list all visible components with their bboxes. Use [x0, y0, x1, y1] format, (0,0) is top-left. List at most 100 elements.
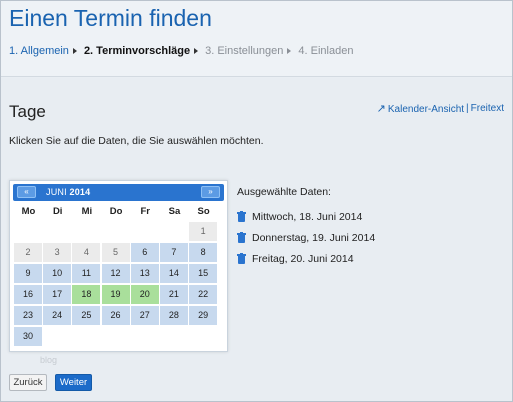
- calendar-day[interactable]: 9: [14, 264, 42, 283]
- calendar-day: 2: [14, 243, 42, 262]
- page-title: Einen Termin finden: [9, 5, 212, 31]
- weekday-label: Mo: [21, 206, 36, 217]
- step-label: 4. Einladen: [298, 45, 354, 57]
- calendar-empty-cell: [130, 222, 159, 241]
- prev-month-button[interactable]: «: [17, 186, 36, 198]
- selected-date-label: Freitag, 20. Juni 2014: [252, 252, 354, 265]
- date-picker-calendar: « JUNI 2014 » Mo Di Mi Do Fr Sa So 1 2 3 4 5 6 7 8 9 10…: [9, 180, 228, 352]
- calendar-day[interactable]: 21: [159, 285, 188, 304]
- calendar-day[interactable]: 11: [72, 264, 101, 283]
- calendar-day[interactable]: 7: [159, 243, 188, 262]
- calendar-day[interactable]: 16: [14, 285, 42, 304]
- selected-date-label: Donnerstag, 19. Juni 2014: [252, 231, 376, 244]
- calendar-header: « JUNI 2014 »: [13, 184, 224, 201]
- weekday-label: So: [197, 206, 210, 217]
- trash-icon[interactable]: [237, 253, 246, 264]
- step-arrow-icon: [72, 48, 77, 54]
- month-name: JUNI: [46, 187, 67, 197]
- step-arrow-icon: [287, 48, 292, 54]
- calendar-view-label: Kalender-Ansicht: [387, 104, 465, 115]
- step-label: 1. Allgemein: [9, 45, 69, 57]
- calendar-day: 5: [101, 243, 130, 262]
- calendar-day[interactable]: 15: [189, 264, 218, 283]
- calendar-day: 1: [189, 222, 218, 241]
- calendar-grid: 1 2 3 4 5 6 7 8 9 10 11 12 13 14 15 16 17 18 19 20 21 22 23 24 2…: [14, 222, 226, 348]
- double-chevron-left-icon: «: [24, 187, 29, 196]
- calendar-week-row: 23 24 25 26 27 28 29: [14, 306, 226, 325]
- weekday-label: Di: [52, 206, 63, 217]
- calendar-empty-cell: [130, 327, 159, 346]
- next-button[interactable]: Weiter: [55, 374, 92, 391]
- header: Einen Termin finden 1. Allgemein 2. Term…: [1, 1, 512, 77]
- calendar-day[interactable]: 6: [130, 243, 159, 262]
- calendar-day[interactable]: 30: [14, 327, 42, 346]
- step-allgemein[interactable]: 1. Allgemein: [9, 45, 77, 57]
- wizard-steps: 1. Allgemein 2. Terminvorschläge 3. Eins…: [9, 45, 360, 57]
- calendar-day[interactable]: 14: [159, 264, 188, 283]
- calendar-day-selected[interactable]: 19: [101, 285, 130, 304]
- calendar-day[interactable]: 29: [189, 306, 218, 325]
- watermark: blog: [40, 355, 58, 365]
- calendar-empty-cell: [189, 327, 218, 346]
- calendar-day[interactable]: 22: [189, 285, 218, 304]
- calendar-empty-cell: [43, 222, 72, 241]
- calendar-day-selected[interactable]: 18: [72, 285, 101, 304]
- link-separator: |: [466, 103, 469, 114]
- calendar-day[interactable]: 8: [189, 243, 218, 262]
- calendar-empty-cell: [101, 222, 130, 241]
- step-label: 3. Einstellungen: [205, 45, 284, 57]
- instruction-text: Klicken Sie auf die Daten, die Sie auswä…: [9, 135, 264, 147]
- calendar-week-row: 9 10 11 12 13 14 15: [14, 264, 226, 283]
- trash-icon[interactable]: [237, 211, 246, 222]
- calendar-day[interactable]: 25: [72, 306, 101, 325]
- calendar-day[interactable]: 13: [130, 264, 159, 283]
- calendar-week-row: 30: [14, 327, 226, 346]
- selected-date-label: Mittwoch, 18. Juni 2014: [252, 210, 363, 223]
- step-einstellungen: 3. Einstellungen: [205, 45, 292, 57]
- month-label: JUNI 2014: [46, 187, 90, 197]
- weekday-label: Sa: [168, 206, 181, 217]
- calendar-day[interactable]: 23: [14, 306, 42, 325]
- step-arrow-icon: [194, 48, 199, 54]
- main-content: Tage ↗ Kalender-Ansicht | Freitext Klicke…: [1, 78, 512, 401]
- calendar-empty-cell: [101, 327, 130, 346]
- calendar-day[interactable]: 10: [43, 264, 72, 283]
- calendar-day-selected[interactable]: 20: [130, 285, 159, 304]
- weekday-label: Do: [109, 206, 123, 217]
- calendar-empty-cell: [159, 222, 188, 241]
- next-month-button[interactable]: »: [201, 186, 220, 198]
- calendar-day[interactable]: 12: [101, 264, 130, 283]
- calendar-empty-cell: [43, 327, 72, 346]
- double-chevron-right-icon: »: [208, 187, 213, 196]
- calendar-empty-cell: [72, 327, 101, 346]
- calendar-day[interactable]: 27: [130, 306, 159, 325]
- calendar-week-row: 2345678: [14, 243, 226, 262]
- calendar-view-link[interactable]: ↗ Kalender-Ansicht: [377, 102, 464, 115]
- trash-icon[interactable]: [237, 232, 246, 243]
- weekday-label: Mi: [81, 206, 93, 217]
- calendar-day: 3: [43, 243, 72, 262]
- year-label: 2014: [69, 187, 91, 197]
- free-text-link[interactable]: Freitext: [471, 103, 504, 114]
- selected-date-item: Freitag, 20. Juni 2014: [237, 248, 375, 269]
- step-einladen: 4. Einladen: [298, 45, 353, 57]
- selected-dates-title: Ausgewählte Daten:: [237, 186, 331, 198]
- calendar-empty-cell: [14, 222, 42, 241]
- calendar-day[interactable]: 26: [101, 306, 130, 325]
- calendar-day: 4: [72, 243, 101, 262]
- step-terminvorschlaege: 2. Terminvorschläge: [84, 45, 199, 57]
- selected-dates-list: Mittwoch, 18. Juni 2014 Donnerstag, 19. J…: [237, 206, 375, 269]
- calendar-week-row: 16 17 18 19 20 21 22: [14, 285, 226, 304]
- calendar-day[interactable]: 24: [43, 306, 72, 325]
- calendar-empty-cell: [159, 327, 188, 346]
- weekday-label: Fr: [140, 206, 151, 217]
- calendar-empty-cell: [72, 222, 101, 241]
- selected-date-item: Donnerstag, 19. Juni 2014: [237, 227, 375, 248]
- back-button[interactable]: Zurück: [9, 374, 47, 391]
- external-arrow-icon: ↗: [376, 103, 386, 115]
- selected-date-item: Mittwoch, 18. Juni 2014: [237, 206, 375, 227]
- calendar-day[interactable]: 28: [159, 306, 188, 325]
- calendar-day[interactable]: 17: [43, 285, 72, 304]
- view-links: ↗ Kalender-Ansicht | Freitext: [377, 102, 504, 115]
- weekday-header: Mo Di Mi Do Fr Sa So: [14, 206, 226, 217]
